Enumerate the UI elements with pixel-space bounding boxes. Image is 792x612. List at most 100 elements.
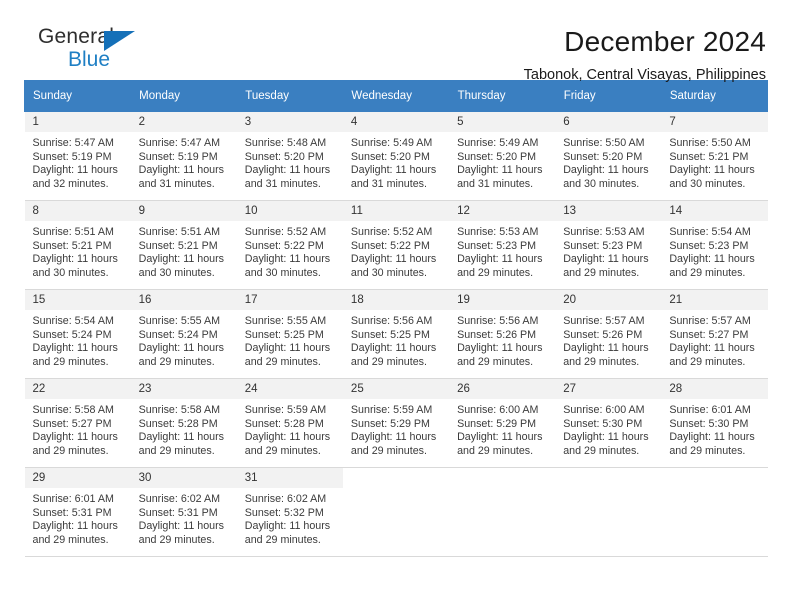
general-blue-logo[interactable]: General Blue [24,26,154,80]
page-header: General Blue December 2024 Tabonok, Cent… [24,0,768,84]
day-info: Sunrise: 6:02 AM Sunset: 5:32 PM Daylight:… [237,488,343,547]
calendar-day-cell[interactable]: 4 Sunrise: 5:49 AM Sunset: 5:20 PM Daylight… [342,111,450,201]
calendar-cell-empty [449,467,556,557]
daylight-text-line1: Daylight: 11 hours [669,431,755,444]
calendar-day-cell[interactable]: 28 Sunrise: 6:01 AM Sunset: 5:30 PM Dayligh… [661,378,768,468]
calendar-day-cell[interactable]: 7 Sunrise: 5:50 AM Sunset: 5:21 PM Daylight… [661,111,768,201]
daylight-text-line1: Daylight: 11 hours [563,342,649,355]
sunrise-text: Sunrise: 5:59 AM [350,404,433,416]
sunset-text: Sunset: 5:31 PM [32,506,112,519]
calendar-day-cell[interactable]: 16 Sunrise: 5:55 AM Sunset: 5:24 PM Dayligh… [130,289,237,379]
day-number: 14 [661,201,768,221]
calendar-day-cell[interactable]: 9 Sunrise: 5:51 AM Sunset: 5:21 PM Daylight… [130,200,237,290]
daylight-text-line2: and 29 minutes. [138,533,215,546]
sunrise-text: Sunrise: 5:49 AM [350,137,433,149]
day-cell-content: 7 Sunrise: 5:50 AM Sunset: 5:21 PM Daylight… [661,112,768,200]
sunrise-text: Sunrise: 6:02 AM [244,493,327,505]
sunrise-text: Sunrise: 5:51 AM [138,226,221,238]
day-cell-content [555,468,662,556]
day-info: Sunrise: 5:52 AM Sunset: 5:22 PM Daylight:… [237,221,343,280]
daylight-text-line1: Daylight: 11 hours [563,431,649,444]
day-number: 25 [342,379,450,399]
calendar-day-cell[interactable]: 6 Sunrise: 5:50 AM Sunset: 5:20 PM Daylight… [555,111,662,201]
day-number: 28 [661,379,768,399]
daylight-text-line2: and 29 minutes. [244,444,321,457]
title-block: December 2024 Tabonok, Central Visayas, … [524,26,768,85]
daylight-text-line2: and 29 minutes. [669,444,746,457]
calendar-day-cell[interactable]: 22 Sunrise: 5:58 AM Sunset: 5:27 PM Dayligh… [24,378,131,468]
calendar-day-cell[interactable]: 2 Sunrise: 5:47 AM Sunset: 5:19 PM Daylight… [130,111,237,201]
calendar-day-cell[interactable]: 21 Sunrise: 5:57 AM Sunset: 5:27 PM Dayligh… [661,289,768,379]
day-number: 9 [130,201,237,221]
sunrise-text: Sunrise: 5:47 AM [32,137,114,149]
daylight-text-line1: Daylight: 11 hours [244,164,331,177]
day-info: Sunrise: 5:50 AM Sunset: 5:20 PM Daylight:… [555,132,661,191]
triangle-icon [104,31,135,51]
calendar-day-cell[interactable]: 3 Sunrise: 5:48 AM Sunset: 5:20 PM Daylight… [236,111,343,201]
calendar-day-cell[interactable]: 10 Sunrise: 5:52 AM Sunset: 5:22 PM Dayligh… [236,200,343,290]
day-info: Sunrise: 5:59 AM Sunset: 5:29 PM Daylight:… [343,399,449,458]
daylight-text-line2: and 32 minutes. [32,177,109,190]
weekday-header-thursday: Thursday [448,80,556,112]
calendar-day-cell[interactable]: 27 Sunrise: 6:00 AM Sunset: 5:30 PM Dayligh… [555,378,662,468]
sunset-text: Sunset: 5:21 PM [138,239,218,252]
sunset-text: Sunset: 5:25 PM [350,328,430,341]
calendar-day-cell[interactable]: 5 Sunrise: 5:49 AM Sunset: 5:20 PM Daylight… [449,111,556,201]
day-number: 20 [555,290,662,310]
calendar-day-cell[interactable]: 11 Sunrise: 5:52 AM Sunset: 5:22 PM Dayligh… [342,200,450,290]
calendar-day-cell[interactable]: 31 Sunrise: 6:02 AM Sunset: 5:32 PM Dayligh… [236,467,343,557]
calendar-day-cell[interactable]: 20 Sunrise: 5:57 AM Sunset: 5:26 PM Dayligh… [555,289,662,379]
sunset-text: Sunset: 5:30 PM [563,417,643,430]
sunrise-text: Sunrise: 5:55 AM [138,315,221,327]
calendar-day-cell[interactable]: 17 Sunrise: 5:55 AM Sunset: 5:25 PM Dayligh… [236,289,343,379]
day-cell-content: 11 Sunrise: 5:52 AM Sunset: 5:22 PM Dayligh… [342,201,450,289]
daylight-text-line2: and 29 minutes. [32,355,109,368]
daylight-text-line2: and 29 minutes. [350,444,427,457]
calendar-day-cell[interactable]: 1 Sunrise: 5:47 AM Sunset: 5:19 PM Daylight… [24,111,131,201]
sunrise-text: Sunrise: 5:57 AM [669,315,751,327]
calendar-day-cell[interactable]: 23 Sunrise: 5:58 AM Sunset: 5:28 PM Dayligh… [130,378,237,468]
calendar-cell-empty [661,467,768,557]
calendar-day-cell[interactable]: 15 Sunrise: 5:54 AM Sunset: 5:24 PM Dayligh… [24,289,131,379]
day-cell-content [449,468,556,556]
sunset-text: Sunset: 5:22 PM [244,239,324,252]
calendar-day-cell[interactable]: 30 Sunrise: 6:02 AM Sunset: 5:31 PM Dayligh… [130,467,237,557]
daylight-text-line2: and 29 minutes. [669,355,746,368]
day-number: 13 [555,201,662,221]
calendar-day-cell[interactable]: 13 Sunrise: 5:53 AM Sunset: 5:23 PM Dayligh… [555,200,662,290]
sunset-text: Sunset: 5:20 PM [350,150,430,163]
day-cell-content: 22 Sunrise: 5:58 AM Sunset: 5:27 PM Dayligh… [24,379,131,467]
calendar-day-cell[interactable]: 14 Sunrise: 5:54 AM Sunset: 5:23 PM Dayligh… [661,200,768,290]
daylight-text-line2: and 29 minutes. [138,444,215,457]
calendar-week-row: 22 Sunrise: 5:58 AM Sunset: 5:27 PM Dayligh… [24,378,768,468]
daylight-text-line1: Daylight: 11 hours [32,253,118,266]
sunrise-text: Sunrise: 5:54 AM [32,315,114,327]
calendar-day-cell[interactable]: 24 Sunrise: 5:59 AM Sunset: 5:28 PM Dayligh… [236,378,343,468]
day-cell-content: 3 Sunrise: 5:48 AM Sunset: 5:20 PM Daylight… [236,112,343,200]
day-number [555,468,662,476]
calendar-day-cell[interactable]: 8 Sunrise: 5:51 AM Sunset: 5:21 PM Daylight… [24,200,131,290]
daylight-text-line1: Daylight: 11 hours [350,431,437,444]
daylight-text-line1: Daylight: 11 hours [669,253,755,266]
calendar-day-cell[interactable]: 29 Sunrise: 6:01 AM Sunset: 5:31 PM Dayligh… [24,467,131,557]
weekday-header-tuesday: Tuesday [236,80,344,112]
day-number: 11 [342,201,450,221]
calendar-day-cell[interactable]: 18 Sunrise: 5:56 AM Sunset: 5:25 PM Dayligh… [342,289,450,379]
calendar-day-cell[interactable]: 12 Sunrise: 5:53 AM Sunset: 5:23 PM Dayligh… [449,200,556,290]
sunset-text: Sunset: 5:21 PM [32,239,112,252]
day-number: 10 [236,201,343,221]
calendar-day-cell[interactable]: 25 Sunrise: 5:59 AM Sunset: 5:29 PM Dayligh… [342,378,450,468]
day-info: Sunrise: 5:55 AM Sunset: 5:25 PM Daylight:… [237,310,343,369]
weekday-header-wednesday: Wednesday [342,80,450,112]
calendar-day-cell[interactable]: 19 Sunrise: 5:56 AM Sunset: 5:26 PM Dayligh… [449,289,556,379]
daylight-text-line1: Daylight: 11 hours [457,164,543,177]
day-number: 5 [449,112,556,132]
daylight-text-line1: Daylight: 11 hours [457,342,543,355]
day-number: 16 [130,290,237,310]
sunset-text: Sunset: 5:32 PM [244,506,324,519]
calendar-header-row: Sunday Monday Tuesday Wednesday Thursday… [23,80,769,112]
day-cell-content [342,468,450,556]
calendar-week-row: 29 Sunrise: 6:01 AM Sunset: 5:31 PM Dayligh… [24,467,768,557]
sunset-text: Sunset: 5:25 PM [244,328,324,341]
calendar-day-cell[interactable]: 26 Sunrise: 6:00 AM Sunset: 5:29 PM Dayligh… [449,378,556,468]
